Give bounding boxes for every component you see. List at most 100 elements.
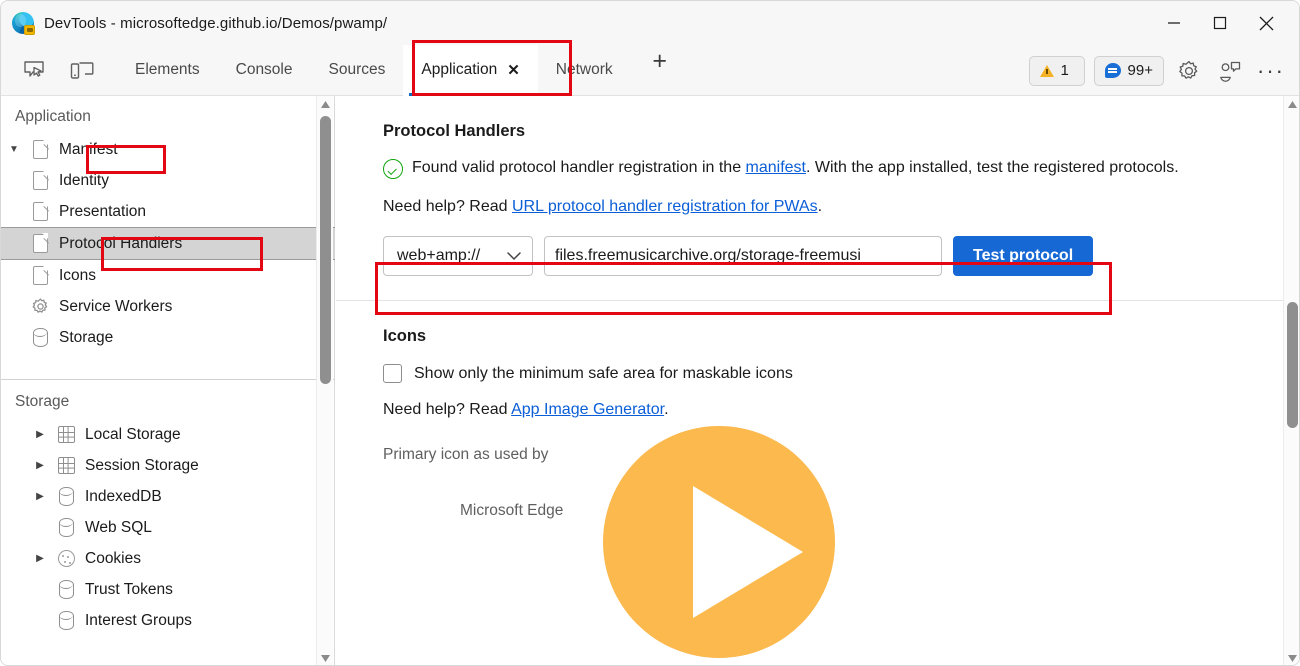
- sidebar-item-presentation[interactable]: Presentation: [1, 196, 335, 227]
- help-prefix: Need help? Read: [383, 197, 512, 215]
- tab-elements[interactable]: Elements: [117, 45, 218, 96]
- window-title: DevTools - microsoftedge.github.io/Demos…: [44, 14, 388, 32]
- gear-icon[interactable]: [1173, 55, 1205, 87]
- scheme-select-value: web+amp://: [397, 247, 481, 265]
- icons-help-line: Need help? Read App Image Generator.: [383, 399, 1243, 422]
- success-check-icon: [383, 159, 403, 179]
- toolbar-right: 1 99+ ···: [1028, 45, 1299, 96]
- protocol-url-input[interactable]: files.freemusicarchive.org/storage-freem…: [544, 236, 942, 277]
- primary-icon-label-line2: Microsoft Edge: [460, 502, 564, 520]
- maskable-icons-checkbox[interactable]: [383, 364, 402, 384]
- tab-sources[interactable]: Sources: [311, 45, 404, 96]
- chevron-placeholder-icon: ▶: [27, 584, 53, 595]
- database-icon: [53, 486, 79, 508]
- sidebar-scrollbar[interactable]: [316, 96, 334, 665]
- primary-icon-label-line1: Primary icon as used by: [383, 446, 549, 464]
- application-tree: ▼ Manifest Identity Presentation Protoco…: [1, 134, 335, 353]
- issues-icon[interactable]: [1214, 55, 1246, 87]
- sidebar-item-label: Storage: [59, 328, 114, 346]
- chevron-right-icon[interactable]: ▶: [27, 491, 53, 502]
- database-icon: [53, 579, 79, 601]
- sidebar-item-label: Icons: [59, 266, 97, 284]
- scroll-down-icon[interactable]: [317, 650, 334, 665]
- sidebar-item-local-storage[interactable]: ▶ Local Storage: [1, 419, 335, 450]
- sidebar-item-trust-tokens[interactable]: ▶ Trust Tokens: [1, 574, 335, 605]
- primary-icon-preview: Primary icon as used by Microsoft Edge: [383, 426, 1284, 665]
- tab-list: Elements Console Sources Application ✕ N…: [117, 44, 677, 96]
- tab-close-icon[interactable]: ✕: [507, 63, 520, 78]
- devtools-tab-bar: Elements Console Sources Application ✕ N…: [1, 44, 1299, 96]
- chevron-right-icon[interactable]: ▶: [27, 553, 53, 564]
- help-suffix: .: [817, 197, 823, 215]
- sidebar-item-cookies[interactable]: ▶ Cookies: [1, 543, 335, 574]
- scheme-select[interactable]: web+amp://: [383, 236, 533, 277]
- play-triangle-icon: [693, 486, 803, 619]
- status-text-after: . With the app installed, test the regis…: [806, 159, 1179, 176]
- inspect-element-icon[interactable]: [17, 55, 51, 85]
- warnings-badge[interactable]: 1: [1028, 55, 1085, 86]
- sidebar-item-indexeddb[interactable]: ▶ IndexedDB: [1, 481, 335, 512]
- main-scrollbar[interactable]: [1283, 96, 1299, 665]
- help-suffix: .: [664, 401, 669, 419]
- tab-application[interactable]: Application ✕: [403, 44, 538, 96]
- sidebar-item-session-storage[interactable]: ▶ Session Storage: [1, 450, 335, 481]
- device-toolbar-icon[interactable]: [65, 55, 99, 85]
- sidebar-item-manifest[interactable]: ▼ Manifest: [1, 134, 335, 165]
- sidebar-item-service-workers[interactable]: Service Workers: [1, 291, 335, 322]
- warnings-count: 1: [1060, 62, 1069, 79]
- more-options-icon[interactable]: ···: [1255, 55, 1287, 87]
- sidebar-item-identity[interactable]: Identity: [1, 165, 335, 196]
- devtools-window: DevTools - microsoftedge.github.io/Demos…: [0, 0, 1300, 666]
- tab-console[interactable]: Console: [218, 45, 311, 96]
- manifest-link[interactable]: manifest: [746, 159, 806, 176]
- chevron-down-icon: [507, 249, 521, 264]
- database-icon: [53, 517, 79, 539]
- pane-title-storage: Storage: [15, 393, 70, 410]
- app-image-generator-link[interactable]: App Image Generator: [511, 401, 664, 418]
- protocol-handlers-section: Protocol Handlers Found valid protocol h…: [336, 122, 1284, 302]
- sidebar-item-icons[interactable]: Icons: [1, 260, 335, 291]
- sidebar-item-label: Local Storage: [85, 425, 181, 443]
- sidebar-item-interest-groups[interactable]: ▶ Interest Groups: [1, 605, 335, 636]
- sidebar-item-label: Service Workers: [59, 297, 173, 315]
- document-icon: [27, 201, 53, 223]
- pwa-protocol-docs-link[interactable]: URL protocol handler registration for PW…: [512, 198, 818, 215]
- storage-pane: Storage ▶ Local Storage ▶ Session Storag…: [1, 381, 335, 665]
- sidebar-item-label: IndexedDB: [85, 487, 162, 505]
- tab-network[interactable]: Network: [538, 45, 631, 96]
- scroll-up-icon[interactable]: [317, 96, 334, 113]
- scroll-up-icon[interactable]: [1284, 96, 1299, 113]
- database-icon: [27, 327, 53, 349]
- messages-badge[interactable]: 99+: [1093, 55, 1164, 86]
- protocol-status-message: Found valid protocol handler registratio…: [383, 157, 1243, 180]
- document-icon: [27, 139, 53, 161]
- scroll-down-icon[interactable]: [1284, 650, 1299, 665]
- minimize-icon[interactable]: [1151, 1, 1197, 45]
- sidebar-item-protocol-handlers[interactable]: Protocol Handlers: [1, 227, 335, 260]
- maskable-icons-checkbox-row[interactable]: Show only the minimum safe area for mask…: [383, 364, 1284, 384]
- section-heading-icons: Icons: [383, 327, 427, 346]
- sidebar-item-storage[interactable]: Storage: [1, 322, 335, 353]
- sidebar-item-web-sql[interactable]: ▶ Web SQL: [1, 512, 335, 543]
- sidebar-item-label: Presentation: [59, 202, 147, 220]
- chevron-right-icon[interactable]: ▶: [27, 429, 53, 440]
- document-icon: [27, 265, 53, 287]
- grid-icon: [53, 455, 79, 477]
- title-bar: DevTools - microsoftedge.github.io/Demos…: [1, 1, 1299, 45]
- chevron-down-icon[interactable]: ▼: [1, 144, 27, 155]
- chevron-right-icon[interactable]: ▶: [27, 460, 53, 471]
- sidebar-item-label: Protocol Handlers: [59, 234, 183, 252]
- maskable-icons-checkbox-label: Show only the minimum safe area for mask…: [414, 364, 793, 382]
- cookie-icon: [53, 548, 79, 570]
- maximize-icon[interactable]: [1197, 1, 1243, 45]
- pane-title-application: Application: [15, 108, 91, 125]
- add-tab-button[interactable]: +: [643, 45, 677, 79]
- document-icon: [27, 170, 53, 192]
- close-icon[interactable]: [1243, 1, 1289, 45]
- test-protocol-button[interactable]: Test protocol: [953, 236, 1094, 277]
- document-icon: [27, 233, 53, 255]
- main-scrollbar-thumb[interactable]: [1287, 302, 1298, 428]
- sidebar-scrollbar-thumb[interactable]: [320, 116, 331, 384]
- protocol-status-text: Found valid protocol handler registratio…: [412, 157, 1179, 180]
- sidebar-item-label: Session Storage: [85, 456, 199, 474]
